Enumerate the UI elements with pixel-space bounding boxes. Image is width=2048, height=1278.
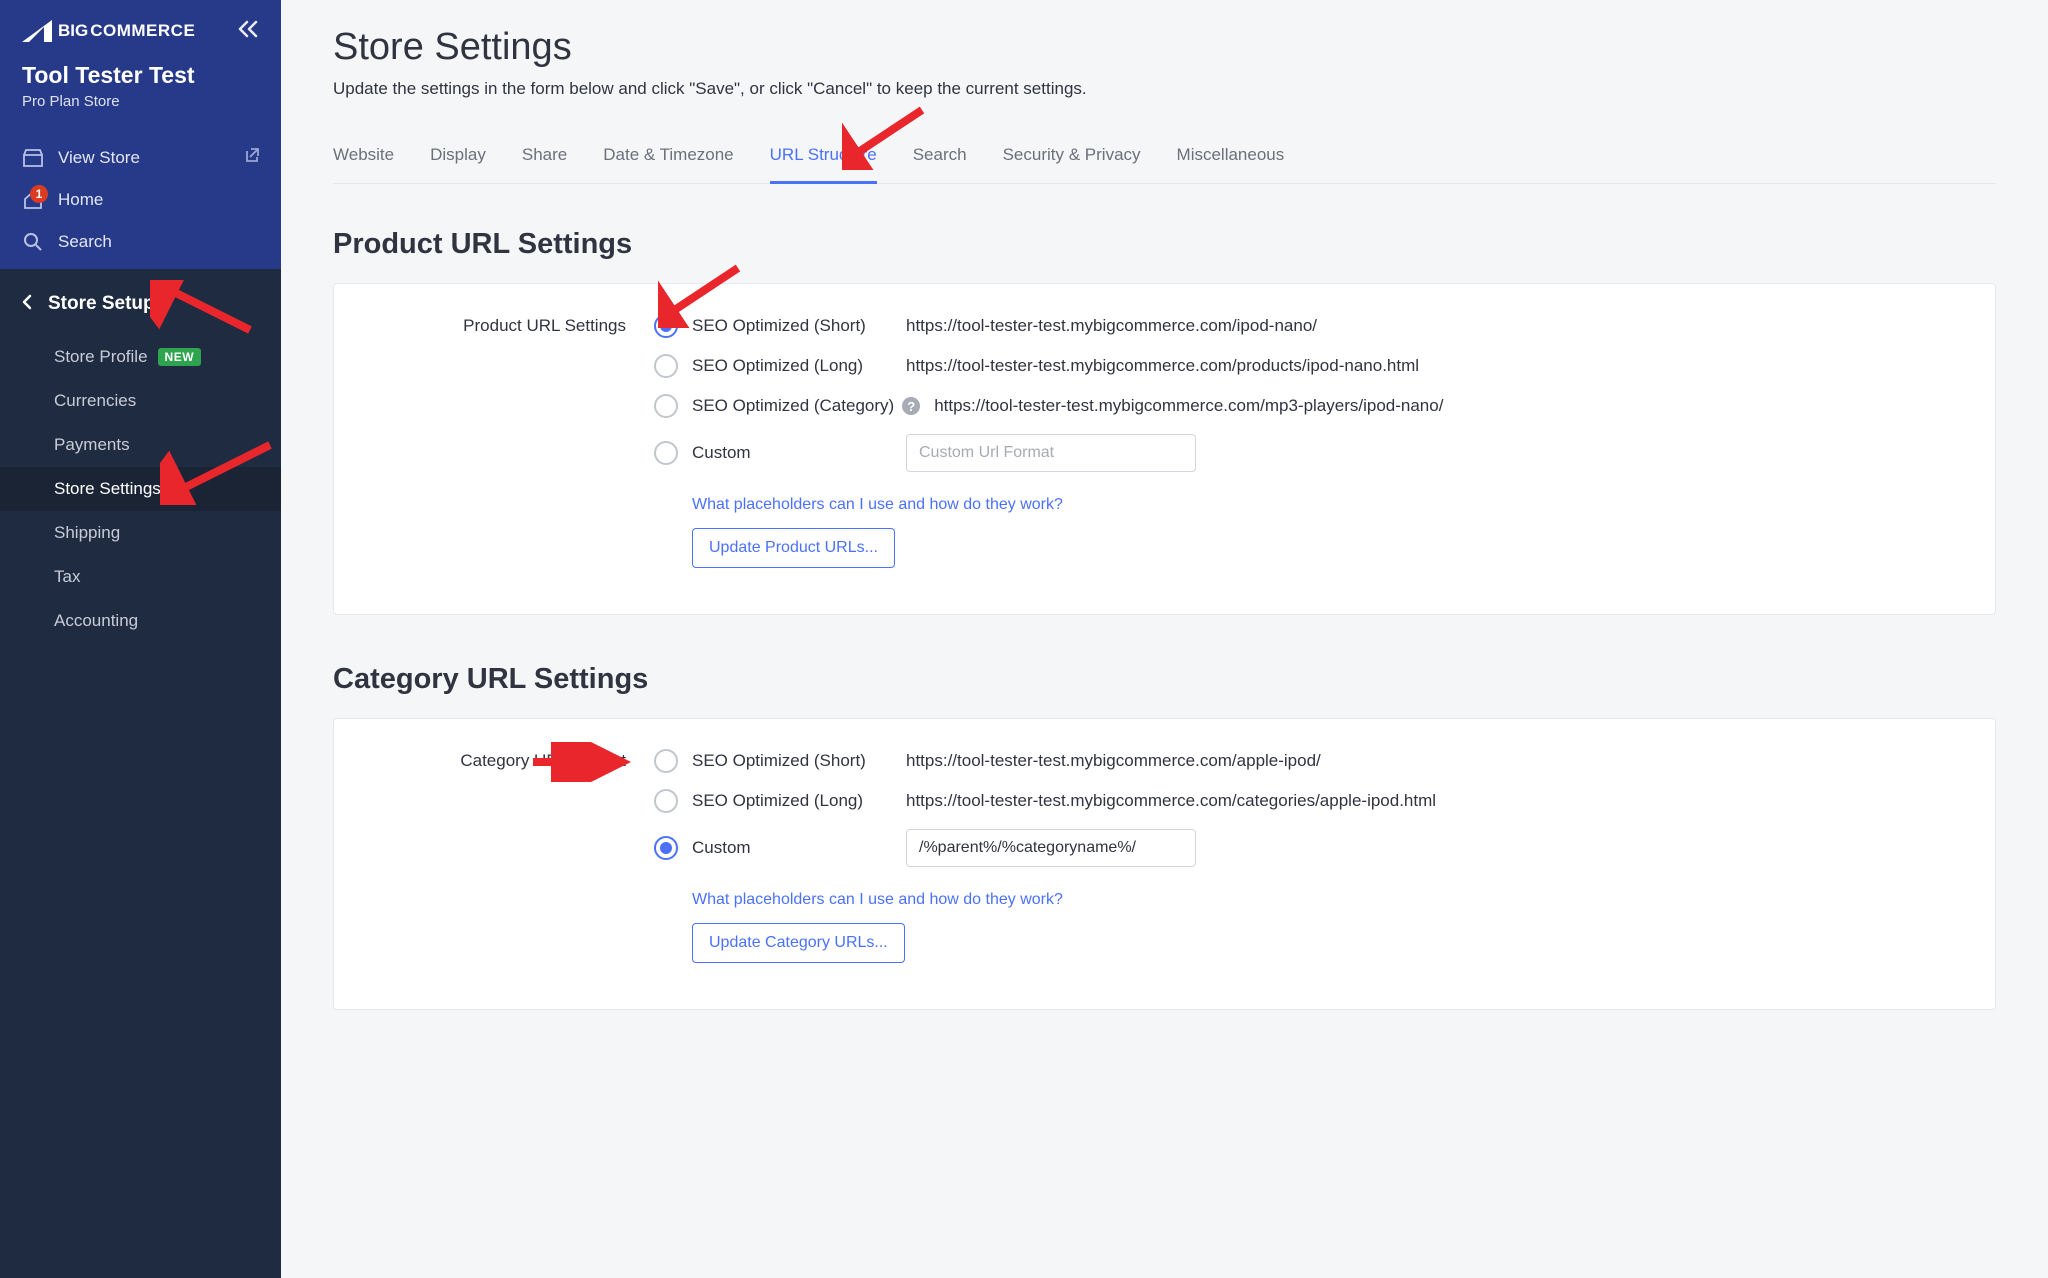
sidebar-item-payments[interactable]: Payments [0, 423, 281, 467]
nav-label: Home [58, 190, 103, 210]
radio-button[interactable] [654, 354, 678, 378]
help-icon[interactable]: ? [902, 397, 920, 415]
placeholders-help-link[interactable]: What placeholders can I use and how do t… [692, 496, 1063, 514]
placeholders-help-link[interactable]: What placeholders can I use and how do t… [692, 891, 1063, 909]
sidebar: BIGCOMMERCE Tool Tester Test Pro Plan St… [0, 0, 281, 1278]
sidebar-item-label: Payments [54, 435, 130, 455]
external-link-icon [243, 147, 259, 168]
search-icon [22, 232, 44, 252]
update-urls-button[interactable]: Update Product URLs... [692, 528, 895, 568]
tab-website[interactable]: Website [333, 139, 394, 184]
tab-miscellaneous[interactable]: Miscellaneous [1177, 139, 1285, 184]
page-title: Store Settings [333, 26, 1996, 69]
radio-option: SEO Optimized (Short) https://tool-tester… [654, 749, 1955, 773]
radio-option: Custom [654, 829, 1955, 867]
sidebar-item-currencies[interactable]: Currencies [0, 379, 281, 423]
radio-option: Custom [654, 434, 1955, 472]
radio-label: SEO Optimized (Long) [692, 356, 892, 376]
collapse-sidebar-button[interactable] [237, 18, 259, 44]
tab-share[interactable]: Share [522, 139, 567, 184]
store-icon [22, 149, 44, 167]
home-badge: 1 [30, 185, 48, 203]
url-example: https://tool-tester-test.mybigcommerce.c… [906, 751, 1321, 771]
product-url-panel: Product URL Settings SEO Optimized (Shor… [333, 283, 1996, 615]
sidebar-item-store-profile[interactable]: Store Profile NEW [0, 335, 281, 379]
new-badge: NEW [158, 348, 202, 366]
brand-part2: COMMERCE [90, 21, 195, 41]
radio-label: SEO Optimized (Category)? [692, 396, 920, 416]
radio-button[interactable] [654, 441, 678, 465]
sidebar-item-label: Store Settings [54, 479, 161, 499]
radio-button[interactable] [654, 314, 678, 338]
radio-label: SEO Optimized (Long) [692, 791, 892, 811]
url-example: https://tool-tester-test.mybigcommerce.c… [906, 316, 1317, 336]
radio-option: SEO Optimized (Long) https://tool-tester-… [654, 789, 1955, 813]
radio-label: Custom [692, 838, 892, 858]
brand-logo: BIGCOMMERCE [22, 20, 195, 42]
radio-label: SEO Optimized (Short) [692, 751, 892, 771]
radio-option: SEO Optimized (Short) https://tool-tester… [654, 314, 1955, 338]
nav-home[interactable]: 1 Home [0, 179, 281, 221]
url-example: https://tool-tester-test.mybigcommerce.c… [906, 791, 1436, 811]
custom-url-input[interactable] [906, 434, 1196, 472]
tab-search[interactable]: Search [913, 139, 967, 184]
tab-display[interactable]: Display [430, 139, 486, 184]
radio-button[interactable] [654, 836, 678, 860]
sidebar-section-label: Store Setup [48, 293, 155, 315]
radio-button[interactable] [654, 749, 678, 773]
sidebar-item-shipping[interactable]: Shipping [0, 511, 281, 555]
sidebar-item-label: Currencies [54, 391, 136, 411]
store-info: Tool Tester Test Pro Plan Store [0, 54, 281, 130]
tab-date-timezone[interactable]: Date & Timezone [603, 139, 733, 184]
category-url-panel: Category URL Format SEO Optimized (Short… [333, 718, 1996, 1010]
url-example: https://tool-tester-test.mybigcommerce.c… [906, 356, 1419, 376]
radio-button[interactable] [654, 789, 678, 813]
sidebar-item-tax[interactable]: Tax [0, 555, 281, 599]
nav-label: Search [58, 232, 112, 252]
sidebar-item-label: Store Profile [54, 347, 148, 367]
store-name: Tool Tester Test [22, 62, 259, 89]
nav-search[interactable]: Search [0, 221, 281, 263]
product-url-row-label: Product URL Settings [374, 314, 654, 336]
radio-label: Custom [692, 443, 892, 463]
chevron-double-left-icon [237, 20, 259, 38]
nav-label: View Store [58, 148, 140, 168]
brand-part1: BIG [58, 21, 88, 41]
sidebar-item-accounting[interactable]: Accounting [0, 599, 281, 643]
chevron-left-icon [22, 294, 32, 315]
radio-option: SEO Optimized (Long) https://tool-tester-… [654, 354, 1955, 378]
main-content: Store Settings Update the settings in th… [281, 0, 2048, 1278]
store-plan: Pro Plan Store [22, 93, 259, 110]
product-url-section-title: Product URL Settings [333, 228, 1996, 261]
url-example: https://tool-tester-test.mybigcommerce.c… [934, 396, 1443, 416]
radio-label: SEO Optimized (Short) [692, 316, 892, 336]
sidebar-item-label: Shipping [54, 523, 120, 543]
sidebar-item-label: Accounting [54, 611, 138, 631]
logo-mark-icon [22, 20, 52, 42]
tab-url-structure[interactable]: URL Structure [770, 139, 877, 184]
tab-security-privacy[interactable]: Security & Privacy [1003, 139, 1141, 184]
update-urls-button[interactable]: Update Category URLs... [692, 923, 905, 963]
sidebar-item-label: Tax [54, 567, 80, 587]
radio-button[interactable] [654, 394, 678, 418]
page-description: Update the settings in the form below an… [333, 79, 1996, 99]
custom-url-input[interactable] [906, 829, 1196, 867]
sidebar-item-store-settings[interactable]: Store Settings [0, 467, 281, 511]
nav-view-store[interactable]: View Store [0, 136, 281, 179]
category-url-section-title: Category URL Settings [333, 663, 1996, 696]
settings-tabs: Website Display Share Date & Timezone URL St… [333, 139, 1996, 184]
category-url-row-label: Category URL Format [374, 749, 654, 771]
sidebar-section-store-setup[interactable]: Store Setup [0, 271, 281, 335]
radio-option: SEO Optimized (Category)? https://tool-te… [654, 394, 1955, 418]
